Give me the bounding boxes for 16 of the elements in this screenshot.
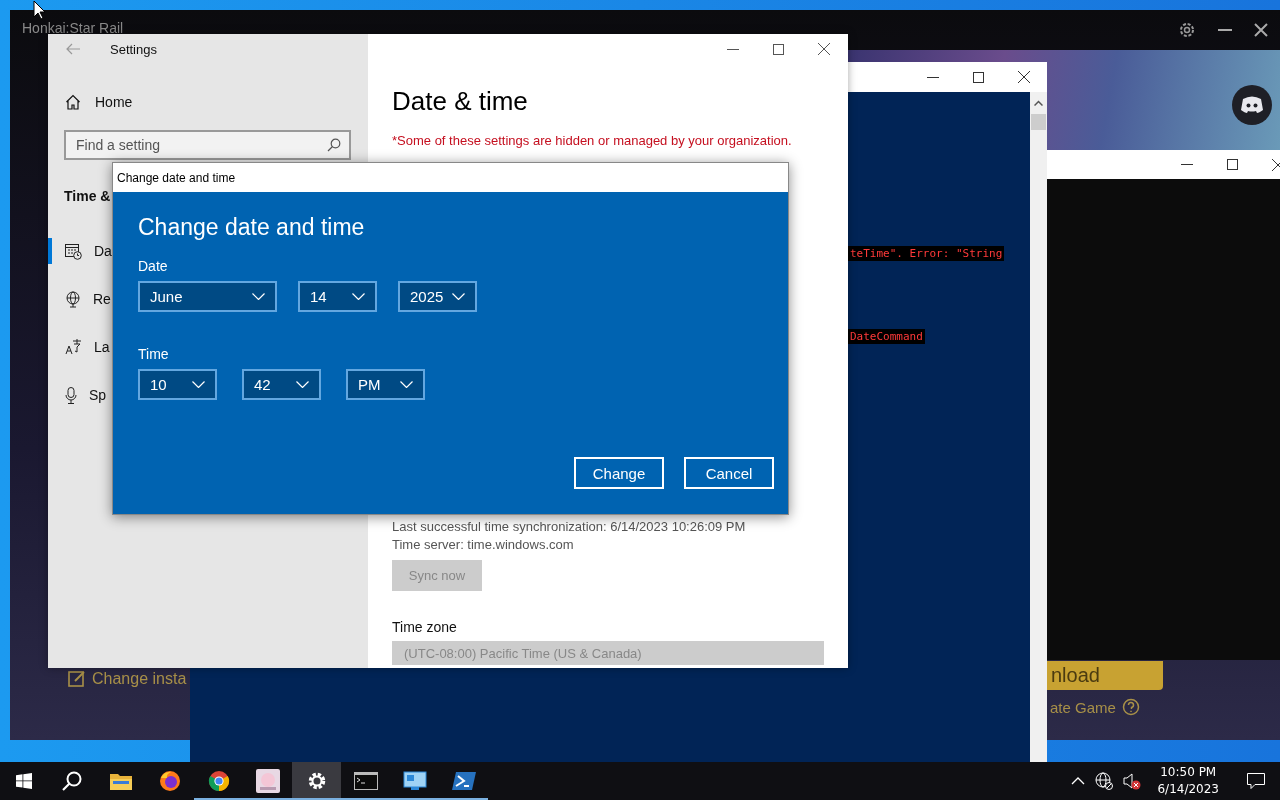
dialog-title: Change date and time: [113, 163, 788, 192]
error-text: DateCommand: [848, 329, 925, 344]
field-label: Date: [138, 258, 169, 274]
field-label: Time zone: [392, 619, 457, 635]
dialog-heading: Change date and time: [138, 214, 366, 241]
window-title: Honkai:Star Rail: [22, 20, 124, 36]
page-heading: Date & time: [392, 86, 528, 117]
policy-notice: *Some of these settings are hidden or managed by your organization.: [392, 133, 792, 148]
section-heading: Time &: [64, 188, 112, 204]
clock-time: 10:50 PM: [1160, 764, 1217, 781]
error-text: teTime". Error: "String: [848, 246, 1005, 261]
clock-date: 6/14/2023: [1157, 781, 1219, 798]
window-title: Settings: [110, 41, 157, 57]
sync-info-text: Time server: time.windows.com: [392, 537, 575, 552]
field-label: Time: [138, 346, 170, 362]
sync-info-text: Last successful time synchronization: 6/14/2023 10:26:09 PM: [392, 519, 746, 534]
